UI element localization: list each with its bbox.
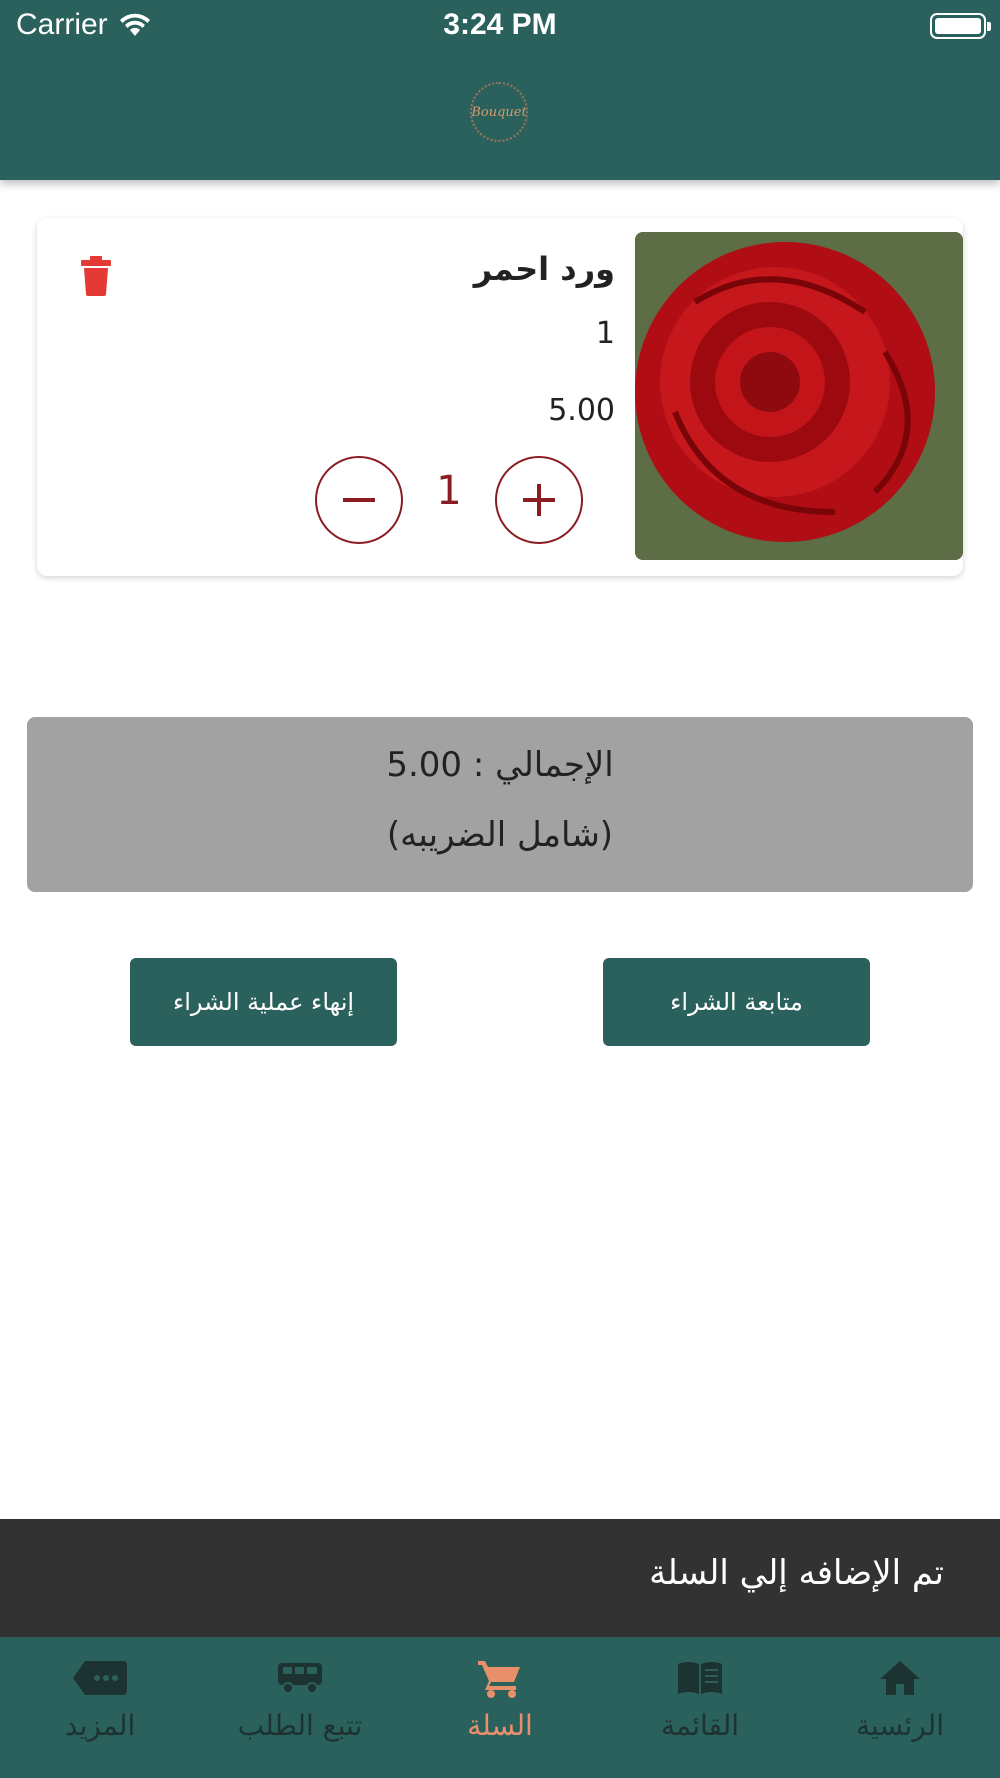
product-quantity: 1	[595, 316, 615, 351]
continue-shopping-button[interactable]: متابعة الشراء	[603, 958, 870, 1046]
tab-track-order[interactable]: تتبع الطلب	[200, 1637, 400, 1778]
tab-label: السلة	[467, 1709, 533, 1742]
tab-label: تتبع الطلب	[237, 1709, 363, 1742]
app-header: Carrier 3:24 PM Bouquet	[0, 0, 1000, 180]
battery-icon	[930, 13, 991, 39]
tab-label: القائمة	[661, 1709, 739, 1742]
added-to-cart-toast: تم الإضافه إلي السلة	[0, 1519, 1000, 1637]
status-time: 3:24 PM	[443, 8, 557, 41]
cart-item-card: ورد احمر 1 5.00 1	[37, 218, 963, 576]
product-name: ورد احمر	[473, 250, 615, 288]
cart-icon	[478, 1661, 520, 1698]
product-price: 5.00	[548, 393, 615, 428]
tab-more[interactable]: المزيد	[0, 1637, 200, 1778]
menu-book-icon	[678, 1662, 722, 1694]
home-icon	[880, 1661, 920, 1695]
trash-icon[interactable]	[81, 256, 111, 296]
minus-icon	[343, 498, 375, 502]
order-total: الإجمالي : 5.00	[386, 745, 614, 785]
tab-cart[interactable]: السلة	[400, 1637, 600, 1778]
more-icon	[73, 1661, 127, 1695]
tab-label: الرئسية	[856, 1709, 944, 1742]
tab-home[interactable]: الرئسية	[800, 1637, 1000, 1778]
tab-label: المزيد	[64, 1709, 136, 1742]
tab-menu[interactable]: القائمة	[600, 1637, 800, 1778]
increase-quantity-button[interactable]	[495, 456, 583, 544]
rose-image	[635, 232, 963, 560]
finish-purchase-button[interactable]: إنهاء عملية الشراء	[130, 958, 397, 1046]
quantity-stepper-value: 1	[436, 468, 462, 514]
decrease-quantity-button[interactable]	[315, 456, 403, 544]
tax-note: (شامل الضريبه)	[386, 815, 614, 855]
bottom-tab-bar: المزيد تتبع الطلب السلة القائمة الرئسية	[0, 1637, 1000, 1778]
plus-icon	[523, 484, 555, 516]
delivery-truck-icon	[278, 1663, 322, 1694]
order-total-box: الإجمالي : 5.00 (شامل الضريبه)	[27, 717, 973, 892]
logo-text: Bouquet	[471, 104, 527, 120]
toast-message: تم الإضافه إلي السلة	[649, 1553, 944, 1593]
bouquet-logo: Bouquet	[470, 82, 528, 142]
product-image	[635, 232, 963, 560]
